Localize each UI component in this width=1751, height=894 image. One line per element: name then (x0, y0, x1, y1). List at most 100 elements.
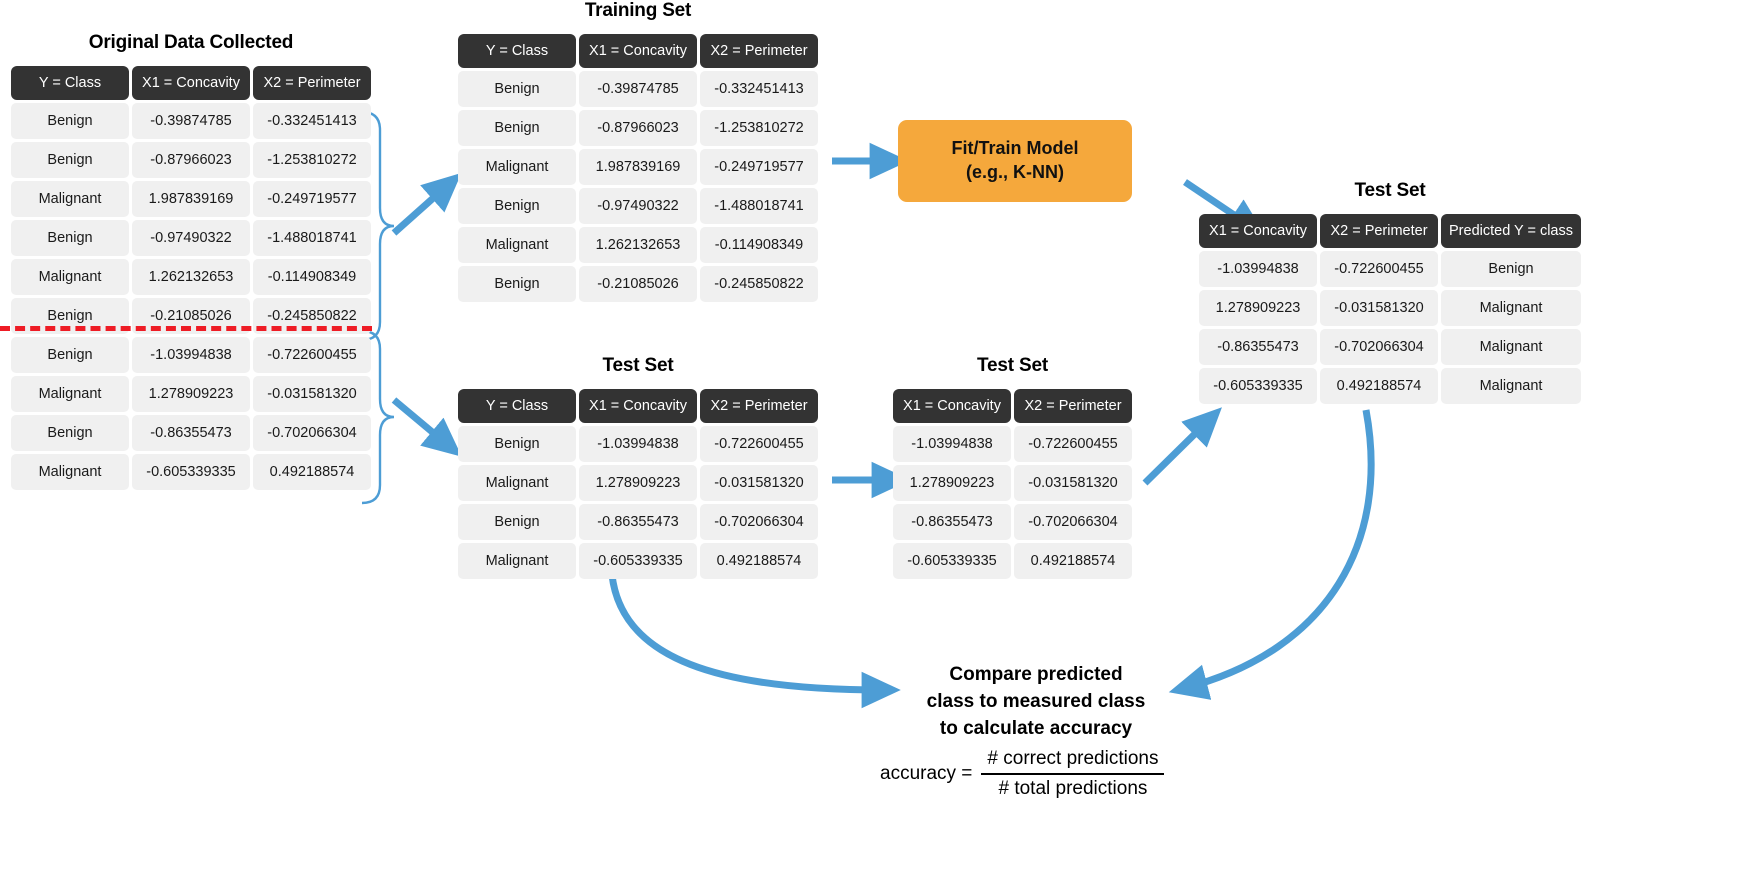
table-row: -0.86355473 -0.702066304 Malignant (1199, 329, 1581, 365)
cell-x1: 1.987839169 (132, 181, 250, 217)
cell-x2: -1.253810272 (700, 110, 818, 146)
cell-predicted-class: Malignant (1441, 329, 1581, 365)
arrow-to-test (391, 397, 462, 457)
cell-x2: -0.114908349 (253, 259, 371, 295)
test-set-predicted-table: X1 = Concavity X2 = Perimeter Predicted … (1196, 211, 1584, 407)
cell-predicted-class: Malignant (1441, 290, 1581, 326)
table-row: Malignant 1.987839169 -0.249719577 (458, 149, 818, 185)
cell-x2: -0.702066304 (700, 504, 818, 540)
cell-x1: -1.03994838 (132, 337, 250, 373)
cell-x1: 1.278909223 (132, 376, 250, 412)
column-header-x1: X1 = Concavity (579, 34, 697, 68)
test-set-predicted-panel: Test Set X1 = Concavity X2 = Perimeter P… (1196, 180, 1584, 407)
table-row: Malignant 1.278909223 -0.031581320 (458, 465, 818, 501)
cell-x1: -0.86355473 (579, 504, 697, 540)
column-header-class: Y = Class (458, 389, 576, 423)
table-row: 1.278909223 -0.031581320 Malignant (1199, 290, 1581, 326)
cell-x1: -0.605339335 (1199, 368, 1317, 404)
table-row: Benign -0.86355473 -0.702066304 (458, 504, 818, 540)
table-row: -0.605339335 0.492188574 Malignant (1199, 368, 1581, 404)
table-row: Malignant -0.605339335 0.492188574 (11, 454, 371, 490)
cell-x2: -1.488018741 (253, 220, 371, 256)
cell-x2: -0.722600455 (253, 337, 371, 373)
table-header-row: Y = Class X1 = Concavity X2 = Perimeter (458, 34, 818, 68)
cell-x2: -0.722600455 (1014, 426, 1132, 462)
cell-class: Benign (458, 71, 576, 107)
cell-x2: 0.492188574 (253, 454, 371, 490)
arrow-test-to-compare (608, 574, 901, 709)
cell-x2: 0.492188574 (1014, 543, 1132, 579)
original-data-panel: Original Data Collected Y = Class X1 = C… (8, 32, 374, 493)
cell-x1: -0.605339335 (132, 454, 250, 490)
cell-x2: -0.245850822 (700, 266, 818, 302)
cell-x1: -1.03994838 (1199, 251, 1317, 287)
cell-x2: -0.702066304 (1320, 329, 1438, 365)
table-header-row: Y = Class X1 = Concavity X2 = Perimeter (11, 66, 371, 100)
column-header-x1: X1 = Concavity (579, 389, 697, 423)
fit-train-model-box[interactable]: Fit/Train Model (e.g., K-NN) (898, 120, 1132, 202)
compare-line2: class to measured class (926, 690, 1146, 712)
accuracy-fraction: # correct predictions # total prediction… (981, 748, 1165, 800)
column-header-x2: X2 = Perimeter (1014, 389, 1132, 423)
table-row: Benign -1.03994838 -0.722600455 (11, 337, 371, 373)
table-row: Malignant 1.262132653 -0.114908349 (458, 227, 818, 263)
table-row: Malignant 1.278909223 -0.031581320 (11, 376, 371, 412)
cell-x1: 1.278909223 (579, 465, 697, 501)
cell-x1: -0.87966023 (132, 142, 250, 178)
column-header-x1: X1 = Concavity (1199, 214, 1317, 248)
column-header-x1: X1 = Concavity (132, 66, 250, 100)
compare-accuracy-caption: Compare predicted class to measured clas… (886, 662, 1186, 743)
cell-x2: 0.492188574 (700, 543, 818, 579)
cell-x2: -0.249719577 (253, 181, 371, 217)
table-row: -0.86355473 -0.702066304 (893, 504, 1132, 540)
cell-x2: -0.722600455 (1320, 251, 1438, 287)
cell-x1: 1.278909223 (893, 465, 1011, 501)
column-header-x2: X2 = Perimeter (700, 389, 818, 423)
cell-x1: -0.86355473 (893, 504, 1011, 540)
compare-line1: Compare predicted (949, 664, 1123, 685)
test-set-features-title: Test Set (977, 355, 1048, 376)
table-row: Benign -1.03994838 -0.722600455 (458, 426, 818, 462)
test-set-labeled-title: Test Set (602, 355, 674, 376)
table-header-row: X1 = Concavity X2 = Perimeter (893, 389, 1132, 423)
cell-x1: -0.87966023 (579, 110, 697, 146)
cell-class: Malignant (11, 259, 129, 295)
training-set-title: Training Set (584, 0, 692, 21)
table-row: Malignant 1.262132653 -0.114908349 (11, 259, 371, 295)
accuracy-label: accuracy = (880, 763, 973, 784)
compare-line3: to calculate accuracy (939, 717, 1133, 739)
original-data-title: Original Data Collected (88, 32, 294, 53)
cell-x1: -1.03994838 (893, 426, 1011, 462)
table-row: -0.605339335 0.492188574 (893, 543, 1132, 579)
cell-x2: -1.488018741 (700, 188, 818, 224)
table-row: Malignant 1.987839169 -0.249719577 (11, 181, 371, 217)
column-header-class: Y = Class (11, 66, 129, 100)
model-box-line2: (e.g., K-NN) (965, 162, 1064, 182)
test-set-features-panel: Test Set X1 = Concavity X2 = Perimeter -… (890, 355, 1135, 582)
cell-x1: -0.605339335 (893, 543, 1011, 579)
training-set-panel: Training Set Y = Class X1 = Concavity X2… (455, 0, 821, 305)
cell-x2: -1.253810272 (253, 142, 371, 178)
cell-x1: 1.262132653 (579, 227, 697, 263)
cell-x2: 0.492188574 (1320, 368, 1438, 404)
cell-class: Malignant (11, 376, 129, 412)
cell-x2: -0.702066304 (253, 415, 371, 451)
cell-x2: -0.031581320 (1320, 290, 1438, 326)
cell-class: Benign (11, 142, 129, 178)
cell-x2: -0.332451413 (700, 71, 818, 107)
cell-x1: -0.97490322 (132, 220, 250, 256)
table-row: -1.03994838 -0.722600455 (893, 426, 1132, 462)
table-row: Benign -0.87966023 -1.253810272 (11, 142, 371, 178)
cell-class: Benign (11, 337, 129, 373)
test-set-labeled-panel: Test Set Y = Class X1 = Concavity X2 = P… (455, 355, 821, 582)
arrow-to-training (391, 172, 462, 236)
cell-class: Benign (458, 504, 576, 540)
table-header-row: Y = Class X1 = Concavity X2 = Perimeter (458, 389, 818, 423)
cell-x2: -0.031581320 (253, 376, 371, 412)
table-row: Benign -0.86355473 -0.702066304 (11, 415, 371, 451)
cell-x1: -0.86355473 (132, 415, 250, 451)
cell-x1: 1.262132653 (132, 259, 250, 295)
cell-x2: -0.332451413 (253, 103, 371, 139)
column-header-x2: X2 = Perimeter (253, 66, 371, 100)
table-row: Benign -0.21085026 -0.245850822 (458, 266, 818, 302)
